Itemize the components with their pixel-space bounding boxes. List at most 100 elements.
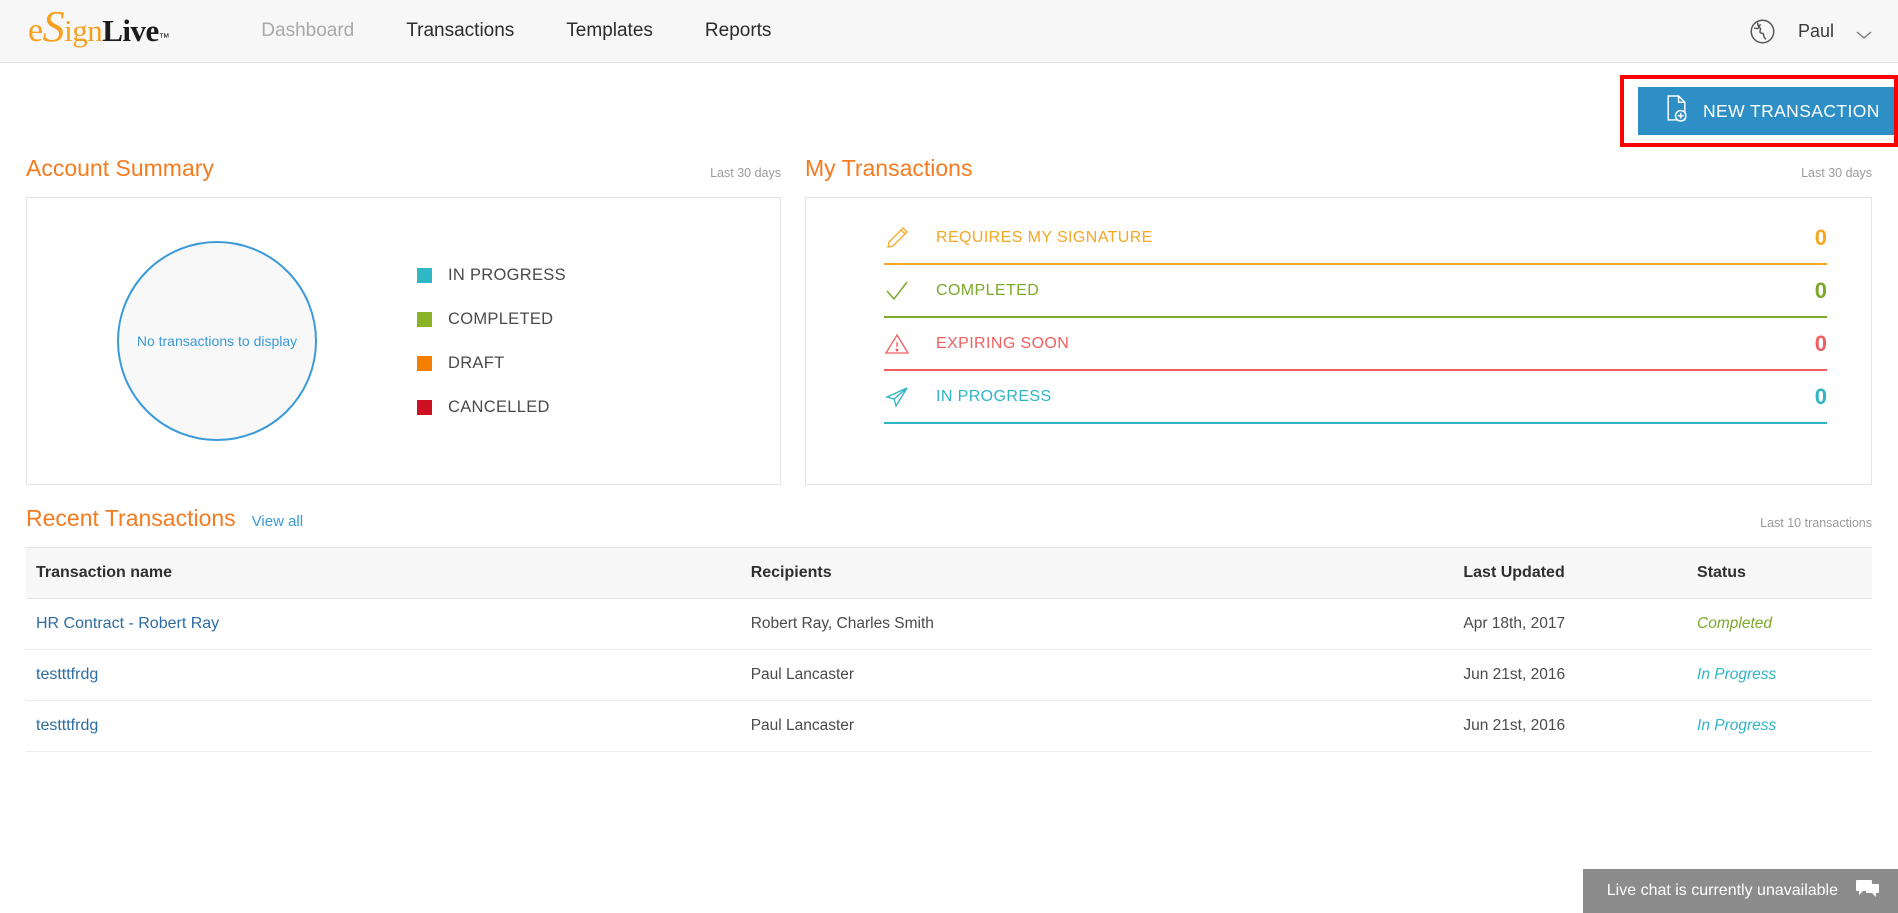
pencil-icon [884, 225, 910, 251]
my-transactions-count-in-progress: 0 [1814, 384, 1827, 409]
nav-item-dashboard[interactable]: Dashboard [235, 20, 380, 42]
my-transactions-list: REQUIRES MY SIGNATURE 0 COMPLETED 0 EXPI… [806, 198, 1871, 424]
summary-columns: Account Summary Last 30 days No transact… [26, 155, 1872, 485]
my-transactions-row-in-progress[interactable]: IN PROGRESS 0 [884, 371, 1827, 424]
column-header-last-updated[interactable]: Last Updated [1451, 547, 1686, 599]
cell-status: In Progress [1685, 700, 1872, 752]
account-summary-panel: No transactions to display IN PROGRESS C… [26, 197, 781, 485]
recent-transactions-title: Recent Transactions [26, 505, 236, 531]
table-row[interactable]: testttfrdg Paul Lancaster Jun 21st, 2016… [26, 649, 1872, 701]
transaction-name-link[interactable]: HR Contract - Robert Ray [36, 615, 219, 632]
legend-swatch-draft [417, 355, 432, 371]
recent-transactions-section: Recent Transactions View all Last 10 tra… [26, 505, 1872, 752]
legend-label-draft: DRAFT [448, 353, 505, 372]
my-transactions-row-expiring-soon[interactable]: EXPIRING SOON 0 [884, 318, 1827, 371]
header-right-controls: Paul [1749, 0, 1872, 63]
cell-recipients: Paul Lancaster [738, 649, 1452, 701]
my-transactions-rule-in-progress [884, 422, 1827, 424]
new-transaction-label: NEW TRANSACTION [1703, 100, 1880, 121]
table-header-row: Transaction name Recipients Last Updated… [26, 547, 1872, 599]
chart-legend: IN PROGRESS COMPLETED DRAFT CANCELLED [407, 266, 566, 417]
logo-text-live: Live [102, 13, 159, 48]
legend-item-in-progress[interactable]: IN PROGRESS [417, 266, 566, 285]
new-transaction-button[interactable]: NEW TRANSACTION [1638, 87, 1894, 135]
account-summary-header: Account Summary Last 30 days [26, 155, 781, 182]
status-badge: In Progress [1697, 717, 1777, 734]
my-transactions-count-requires-my-signature: 0 [1814, 225, 1827, 250]
column-header-transaction-name[interactable]: Transaction name [26, 547, 739, 599]
esignlive-logo[interactable]: e Sign Live ™ [28, 2, 170, 51]
cell-recipients: Paul Lancaster [738, 700, 1452, 752]
my-transactions-label-in-progress: IN PROGRESS [936, 388, 1052, 405]
logo-letter-e: e [28, 12, 43, 49]
status-badge: In Progress [1697, 666, 1777, 683]
my-transactions-range: Last 30 days [1801, 166, 1872, 180]
table-header: Transaction name Recipients Last Updated… [26, 547, 1872, 599]
my-transactions-row-completed[interactable]: COMPLETED 0 [884, 265, 1827, 318]
table-body: HR Contract - Robert Ray Robert Ray, Cha… [26, 598, 1872, 752]
legend-label-in-progress: IN PROGRESS [448, 265, 566, 284]
transaction-name-link[interactable]: testttfrdg [36, 666, 98, 683]
account-summary-title: Account Summary [26, 155, 214, 181]
legend-item-cancelled[interactable]: CANCELLED [417, 398, 566, 417]
my-transactions-panel: REQUIRES MY SIGNATURE 0 COMPLETED 0 EXPI… [805, 197, 1872, 485]
main-nav-links: Dashboard Transactions Templates Reports [235, 20, 797, 42]
my-transactions-count-completed: 0 [1814, 278, 1827, 303]
view-all-link[interactable]: View all [252, 513, 303, 530]
live-chat-bar[interactable]: Live chat is currently unavailable [1582, 869, 1898, 913]
live-chat-message: Live chat is currently unavailable [1606, 882, 1838, 899]
my-transactions-label-completed: COMPLETED [936, 282, 1040, 299]
transaction-name-link[interactable]: testttfrdg [36, 717, 98, 734]
warning-triangle-icon [884, 331, 910, 357]
main-content: Account Summary Last 30 days No transact… [0, 155, 1898, 752]
nav-item-reports[interactable]: Reports [679, 20, 798, 42]
cell-last-updated: Jun 21st, 2016 [1451, 700, 1686, 752]
table-row[interactable]: HR Contract - Robert Ray Robert Ray, Cha… [26, 598, 1872, 650]
legend-item-completed[interactable]: COMPLETED [417, 310, 566, 329]
column-header-status[interactable]: Status [1685, 547, 1872, 599]
recent-transactions-header: Recent Transactions View all Last 10 tra… [26, 505, 1872, 532]
my-transactions-row-requires-my-signature[interactable]: REQUIRES MY SIGNATURE 0 [884, 212, 1827, 265]
globe-icon[interactable] [1749, 18, 1776, 45]
cell-last-updated: Apr 18th, 2017 [1451, 598, 1686, 650]
my-transactions-label-expiring-soon: EXPIRING SOON [936, 335, 1070, 352]
new-transaction-highlight: NEW TRANSACTION [1620, 75, 1898, 147]
nav-item-transactions[interactable]: Transactions [380, 20, 540, 42]
logo-trademark: ™ [158, 32, 170, 44]
action-row: NEW TRANSACTION [0, 63, 1898, 155]
my-transactions-title: My Transactions [805, 155, 973, 181]
cell-status: Completed [1685, 598, 1872, 650]
my-transactions-count-expiring-soon: 0 [1814, 331, 1827, 356]
account-summary-section: Account Summary Last 30 days No transact… [26, 155, 781, 485]
donut-empty-circle: No transactions to display [117, 241, 317, 441]
cell-transaction-name: testttfrdg [26, 649, 739, 701]
cell-recipients: Robert Ray, Charles Smith [738, 598, 1452, 650]
legend-label-completed: COMPLETED [448, 309, 554, 328]
check-icon [884, 278, 910, 304]
cell-transaction-name: testttfrdg [26, 700, 739, 752]
top-navigation-bar: e Sign Live ™ Dashboard Transactions Templa… [0, 0, 1898, 63]
account-summary-range: Last 30 days [710, 166, 781, 180]
my-transactions-section: My Transactions Last 30 days REQUIRES MY… [805, 155, 1872, 485]
cell-transaction-name: HR Contract - Robert Ray [26, 598, 739, 650]
recent-transactions-table: Transaction name Recipients Last Updated… [26, 547, 1872, 752]
donut-chart: No transactions to display [27, 241, 407, 441]
logo-letter-s: S [42, 2, 65, 51]
donut-chart-area: No transactions to display IN PROGRESS C… [27, 198, 780, 484]
legend-swatch-completed [417, 311, 432, 327]
my-transactions-header: My Transactions Last 30 days [805, 155, 1872, 182]
legend-swatch-cancelled [417, 399, 432, 415]
cell-status: In Progress [1685, 649, 1872, 701]
user-name-label[interactable]: Paul [1798, 21, 1834, 42]
recent-transactions-range: Last 10 transactions [1760, 516, 1872, 530]
cell-last-updated: Jun 21st, 2016 [1451, 649, 1686, 701]
chat-bubble-icon [1856, 879, 1880, 904]
column-header-recipients[interactable]: Recipients [738, 547, 1452, 599]
nav-item-templates[interactable]: Templates [540, 20, 679, 42]
table-row[interactable]: testttfrdg Paul Lancaster Jun 21st, 2016… [26, 700, 1872, 752]
chevron-down-icon[interactable] [1856, 27, 1872, 39]
new-document-icon [1664, 95, 1689, 127]
legend-swatch-in-progress [417, 267, 432, 283]
legend-item-draft[interactable]: DRAFT [417, 354, 566, 373]
legend-label-cancelled: CANCELLED [448, 397, 550, 416]
